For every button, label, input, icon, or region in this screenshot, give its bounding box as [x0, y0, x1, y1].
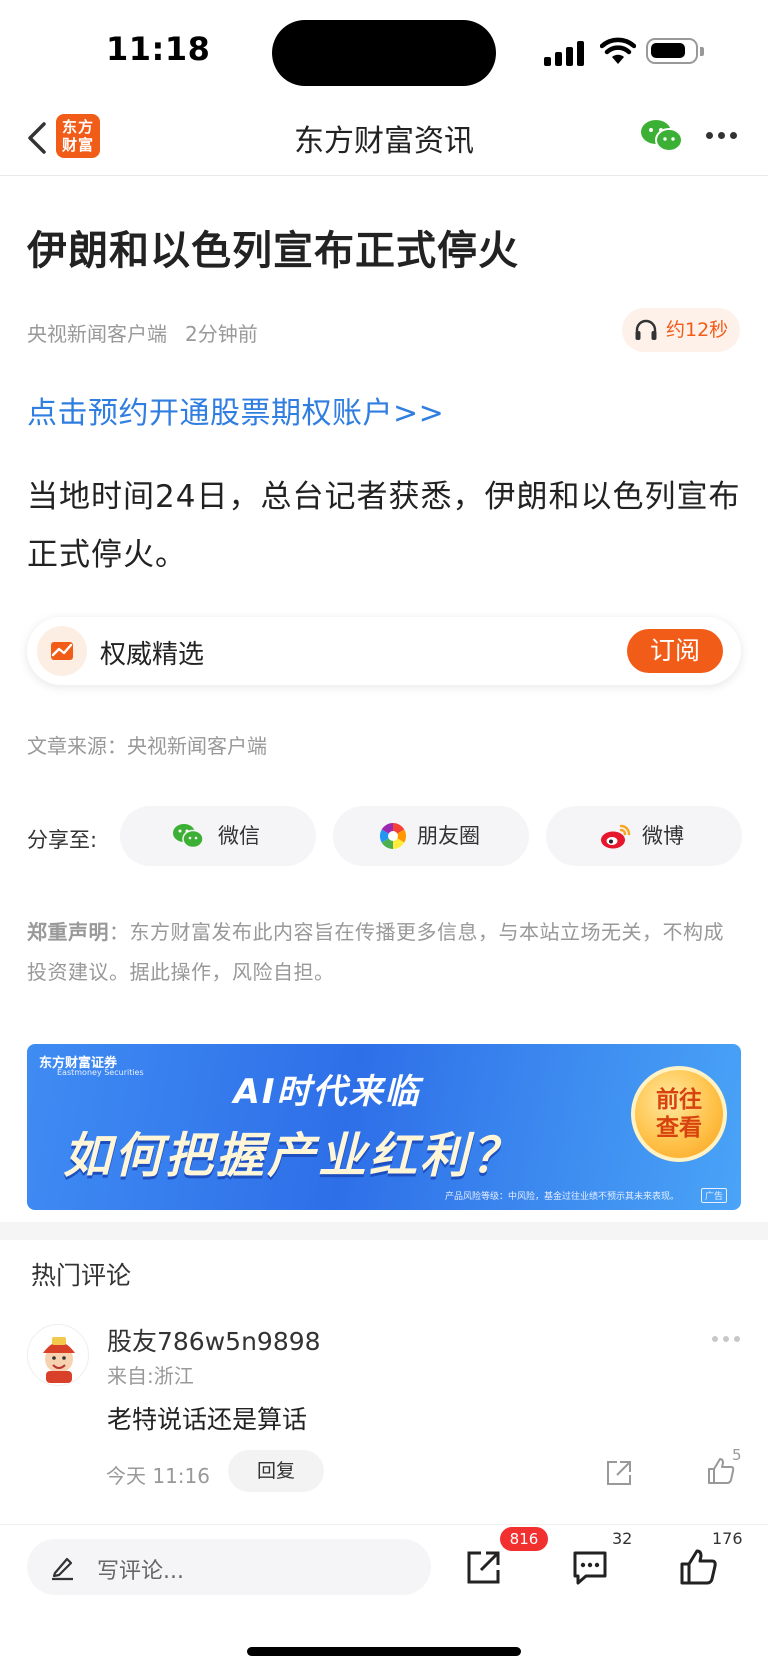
section-divider [0, 1222, 768, 1240]
chart-trend-icon [37, 626, 87, 676]
options-account-link[interactable]: 点击预约开通股票期权账户>> [27, 388, 444, 432]
article-body: 当地时间24日，总台记者获悉，伊朗和以色列宣布正式停火。 [27, 479, 741, 573]
wechat-icon [173, 824, 204, 849]
comment-more-icon[interactable] [712, 1336, 742, 1342]
ad-risk-note: 产品风险等级：中风险，基金过往业绩不预示其未来表现。 [444, 1192, 679, 1202]
comment-icon[interactable] [570, 1547, 610, 1587]
article-time: 2分钟前 [185, 322, 258, 346]
share-count-badge: 816 [500, 1527, 548, 1551]
share-moments-button[interactable]: 朋友圈 [333, 806, 529, 866]
ad-cta-button[interactable]: 前往 查看 [631, 1066, 727, 1162]
comment-reply-button[interactable]: 回复 [228, 1450, 324, 1492]
article-meta: 央视新闻客户端 2分钟前 [27, 318, 258, 347]
status-time: 11:18 [106, 30, 211, 68]
wechat-share-icon[interactable] [640, 118, 684, 154]
home-indicator[interactable] [247, 1647, 521, 1656]
disclaimer-title: 郑重声明 [27, 920, 109, 944]
comment-share-icon[interactable] [604, 1458, 634, 1488]
share-wechat-label: 微信 [218, 824, 260, 848]
comment-time: 今天 11:16 [106, 1464, 210, 1488]
like-count: 176 [712, 1529, 743, 1548]
weibo-icon [601, 824, 631, 849]
headphones-icon [635, 319, 657, 340]
ad-subheadline: 如何把握产业红利？ [63, 1128, 523, 1184]
comment-input[interactable]: 写评论... [27, 1539, 431, 1595]
subscribe-card: 权威精选 订阅 [27, 617, 741, 685]
avatar[interactable] [27, 1324, 89, 1386]
subscribe-button[interactable]: 订阅 [627, 629, 723, 673]
share-label: 分享至: [27, 828, 98, 852]
ad-cta-line-1: 前往 [656, 1087, 702, 1113]
listen-button[interactable]: 约12秒 [622, 308, 740, 352]
share-icon[interactable] [464, 1547, 504, 1587]
more-options-icon[interactable] [706, 132, 740, 140]
article-headline: 伊朗和以色列宣布正式停火 [27, 228, 519, 274]
share-weibo-button[interactable]: 微博 [546, 806, 742, 866]
disclaimer: 郑重声明：东方财富发布此内容旨在传播更多信息，与本站立场无关，不构成投资建议。据… [27, 912, 727, 992]
battery-icon [646, 38, 704, 64]
like-icon[interactable] [678, 1547, 718, 1587]
share-moments-label: 朋友圈 [417, 824, 480, 848]
nav-bar: 东方 财富 东方财富资讯 [0, 100, 768, 176]
ad-headline: AI时代来临 [233, 1072, 421, 1112]
cellular-signal-icon [544, 40, 586, 66]
comment-text: 老特说话还是算话 [107, 1405, 308, 1434]
pencil-icon [52, 1557, 73, 1581]
comment-location: 来自:浙江 [107, 1364, 194, 1388]
share-wechat-button[interactable]: 微信 [120, 806, 316, 866]
article-source: 央视新闻客户端 [27, 322, 167, 346]
wifi-icon [600, 37, 636, 64]
subscribe-label: 权威精选 [100, 640, 205, 670]
listen-duration: 约12秒 [666, 319, 729, 341]
status-bar: 11:18 [0, 0, 768, 100]
ad-banner[interactable]: 东方财富证券 Eastmoney Securities AI时代来临 如何把握产… [27, 1044, 741, 1210]
disclaimer-text: ：东方财富发布此内容旨在传播更多信息，与本站立场无关，不构成投资建议。据此操作，… [27, 920, 724, 984]
comment-like-count: 5 [732, 1446, 742, 1464]
hot-comments-title: 热门评论 [31, 1261, 132, 1290]
comment-placeholder: 写评论... [97, 1559, 184, 1584]
comment-username[interactable]: 股友786w5n9898 [107, 1322, 321, 1358]
dynamic-island [272, 20, 496, 86]
moments-icon [379, 822, 407, 850]
ad-cta-line-2: 查看 [656, 1115, 702, 1141]
comment-count: 32 [612, 1529, 633, 1548]
share-weibo-label: 微博 [642, 824, 684, 848]
bottom-action-bar: 写评论... 816 32 176 [0, 1524, 768, 1665]
article-source-line: 文章来源：央视新闻客户端 [27, 734, 267, 758]
ad-tag: 广告 [700, 1188, 727, 1203]
